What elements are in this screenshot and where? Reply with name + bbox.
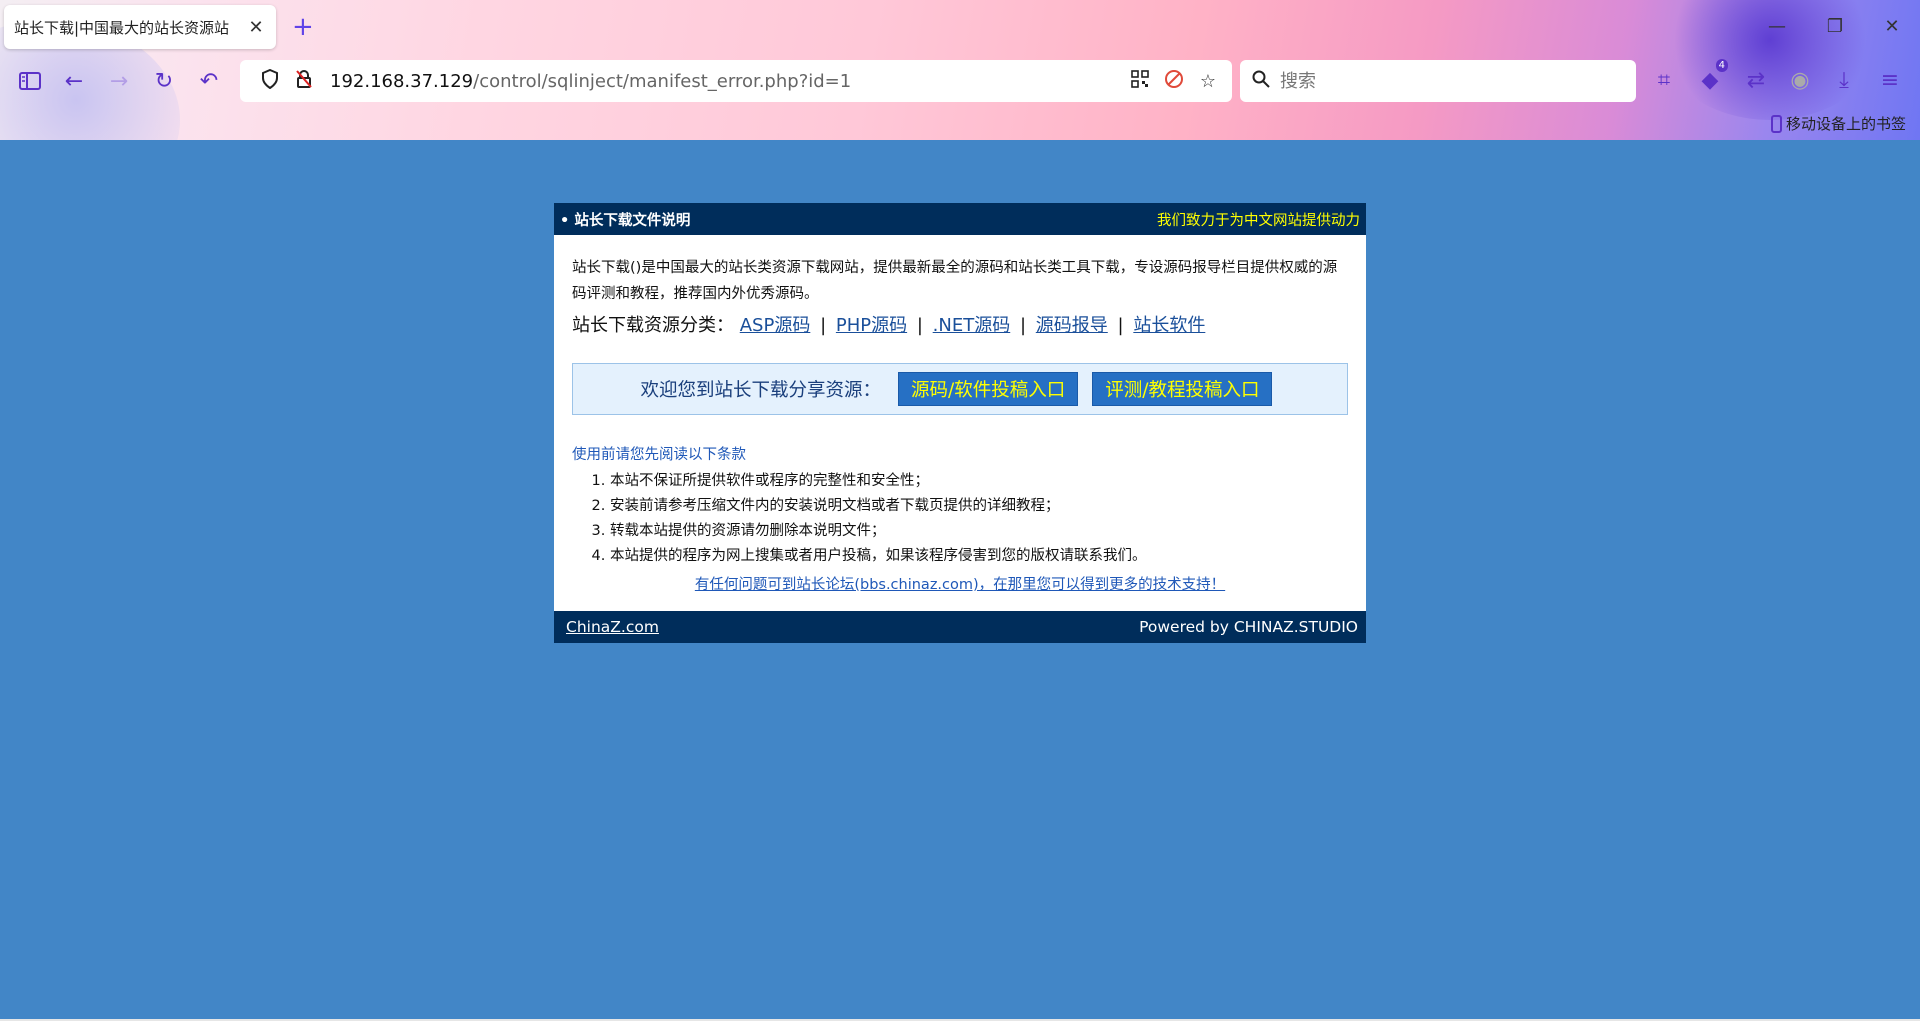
separator: | xyxy=(1117,315,1124,336)
mobile-bookmarks-label: 移动设备上的书签 xyxy=(1785,115,1906,133)
forward-button[interactable]: → xyxy=(101,63,137,99)
repeat-icon: ⇄ xyxy=(1746,67,1766,93)
sync-button[interactable]: ⇄ xyxy=(1740,63,1772,97)
arrow-left-icon: ← xyxy=(64,68,84,94)
crop-icon: ⌗ xyxy=(1657,67,1671,93)
review-submit-button[interactable]: 评测/教程投稿入口 xyxy=(1092,372,1273,406)
category-link-asp[interactable]: ASP源码 xyxy=(740,315,811,336)
shield-icon[interactable] xyxy=(256,68,284,94)
mobile-bookmarks[interactable]: 移动设备上的书签 xyxy=(1770,113,1906,134)
card-body: 站长下载()是中国最大的站长类资源下载网站，提供最新最全的源码和站长类工具下载，… xyxy=(554,235,1366,594)
address-bar[interactable]: 192.168.37.129/control/sqlinject/manifes… xyxy=(240,60,1232,102)
close-window-button[interactable]: ✕ xyxy=(1877,12,1907,42)
category-links: 站长下载资源分类： ASP源码 | PHP源码 | .NET源码 | 源码报导 … xyxy=(572,313,1348,339)
extension-button[interactable]: ◆ 4 xyxy=(1694,59,1728,97)
readme-card: • 站长下载文件说明 我们致力于为中文网站提供动力 站长下载()是中国最大的站长… xyxy=(554,203,1366,643)
terms-item: 本站提供的程序为网上搜集或者用户投稿，如果该程序侵害到您的版权请联系我们。 xyxy=(610,544,1348,569)
forum-note: 有任何问题可到站长论坛(bbs.chinaz.com)，在那里您可以得到更多的技… xyxy=(572,573,1348,594)
crop-tool-button[interactable]: ⌗ xyxy=(1648,63,1680,97)
insecure-lock-icon[interactable] xyxy=(290,69,318,94)
category-link-software[interactable]: 站长软件 xyxy=(1133,315,1205,336)
intro-text: 站长下载()是中国最大的站长类资源下载网站，提供最新最全的源码和站长类工具下载，… xyxy=(572,260,1338,302)
tab-strip: 站长下载|中国最大的站长资源站 ✕ + — ❐ ✕ xyxy=(0,0,1920,54)
terms-item: 安装前请参考压缩文件内的安装说明文档或者下载页提供的详细教程； xyxy=(610,494,1348,519)
terms-list: 本站不保证所提供软件或程序的完整性和安全性； 安装前请参考压缩文件内的安装说明文… xyxy=(572,469,1348,569)
search-input[interactable] xyxy=(1280,70,1624,92)
card-footer: ChinaZ.com Powered by CHINAZ.STUDIO xyxy=(554,611,1366,643)
phone-icon xyxy=(1770,114,1782,133)
terms-title: 使用前请您先阅读以下条款 xyxy=(572,447,746,463)
circle-icon: ◉ xyxy=(1790,67,1810,93)
chinaz-link[interactable]: ChinaZ.com xyxy=(566,618,659,636)
search-icon xyxy=(1252,69,1270,93)
undo-icon: ↶ xyxy=(199,68,219,94)
submit-panel: 欢迎您到站长下载分享资源： 源码/软件投稿入口 评测/教程投稿入口 xyxy=(572,363,1348,415)
qr-code-icon[interactable] xyxy=(1126,69,1154,93)
new-tab-button[interactable]: + xyxy=(292,12,314,42)
restore-button[interactable]: ❐ xyxy=(1820,12,1850,42)
url-text: 192.168.37.129/control/sqlinject/manifes… xyxy=(330,70,852,92)
arrow-right-icon: → xyxy=(109,68,129,94)
tab-active[interactable]: 站长下载|中国最大的站长资源站 ✕ xyxy=(4,5,276,49)
separator: | xyxy=(916,315,923,336)
welcome-text: 欢迎您到站长下载分享资源： xyxy=(640,380,882,401)
category-link-dotnet[interactable]: .NET源码 xyxy=(933,315,1011,336)
back-button[interactable]: ← xyxy=(56,63,92,99)
browser-chrome: 站长下载|中国最大的站长资源站 ✕ + — ❐ ✕ ← → ↻ ↶ 192.16… xyxy=(0,0,1920,140)
hamburger-menu-icon: ≡ xyxy=(1880,67,1900,93)
sidebar-toggle-button[interactable] xyxy=(12,63,48,99)
undo-close-button[interactable]: ↶ xyxy=(191,63,227,99)
menu-button[interactable]: ≡ xyxy=(1874,63,1906,97)
categories-label: 站长下载资源分类： xyxy=(572,315,734,336)
terms-item: 转载本站提供的资源请勿删除本说明文件； xyxy=(610,519,1348,544)
blocker-icon[interactable] xyxy=(1160,69,1188,94)
category-link-php[interactable]: PHP源码 xyxy=(836,315,907,336)
tab-close-icon[interactable]: ✕ xyxy=(246,17,266,38)
forum-link[interactable]: 有任何问题可到站长论坛(bbs.chinaz.com)，在那里您可以得到更多的技… xyxy=(695,577,1225,593)
account-button[interactable]: ◉ xyxy=(1784,63,1816,97)
navigation-toolbar: ← → ↻ ↶ 192.168.37.129/control/sqlinject… xyxy=(0,54,1920,108)
downloads-button[interactable]: ⤓ xyxy=(1828,63,1860,97)
tab-title: 站长下载|中国最大的站长资源站 xyxy=(14,18,230,37)
source-submit-button[interactable]: 源码/软件投稿入口 xyxy=(898,372,1079,406)
search-bar[interactable] xyxy=(1240,60,1636,102)
card-header-slogan: 我们致力于为中文网站提供动力 xyxy=(1157,212,1360,229)
star-icon[interactable]: ☆ xyxy=(1194,71,1222,92)
sidebar-icon xyxy=(19,72,41,90)
separator: | xyxy=(1019,315,1027,336)
separator: | xyxy=(820,315,827,336)
terms-item: 本站不保证所提供软件或程序的完整性和安全性； xyxy=(610,469,1348,494)
card-header: • 站长下载文件说明 我们致力于为中文网站提供动力 xyxy=(554,203,1366,235)
card-header-title: • 站长下载文件说明 xyxy=(560,212,691,229)
powered-by: Powered by CHINAZ.STUDIO xyxy=(1139,618,1358,636)
category-link-report[interactable]: 源码报导 xyxy=(1036,315,1108,336)
layers-icon: ◆ xyxy=(1701,67,1719,93)
reload-icon: ↻ xyxy=(154,68,174,94)
reload-button[interactable]: ↻ xyxy=(146,63,182,99)
download-icon: ⤓ xyxy=(1839,67,1849,93)
extension-badge: 4 xyxy=(1715,59,1728,72)
minimize-button[interactable]: — xyxy=(1762,12,1792,42)
bookmarks-toolbar: 移动设备上的书签 xyxy=(0,108,1920,140)
